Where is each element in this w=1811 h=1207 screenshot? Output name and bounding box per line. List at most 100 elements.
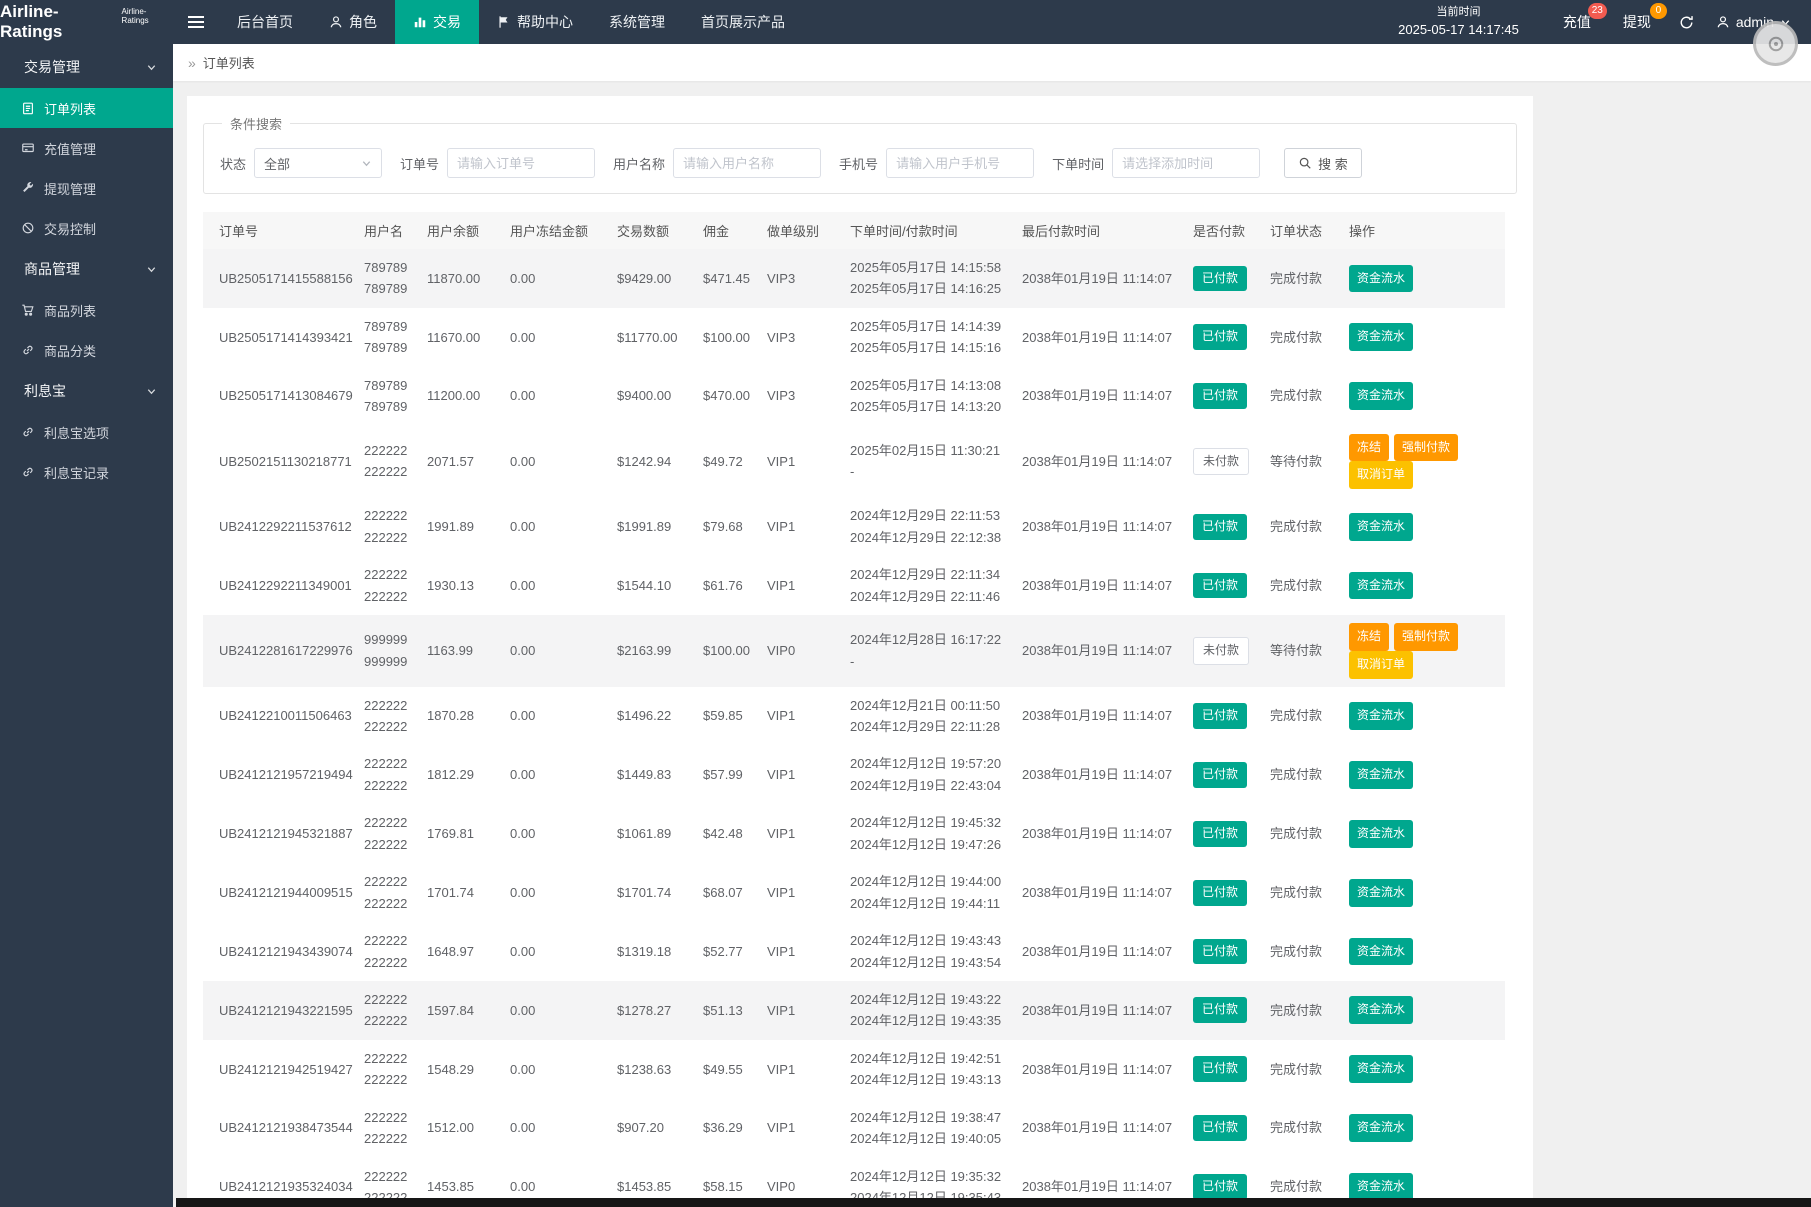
recharge-button[interactable]: 充值 23 — [1547, 0, 1607, 44]
frozen-amount-cell: 0.00 — [504, 426, 611, 498]
fund-flow-button[interactable]: 资金流水 — [1349, 820, 1413, 848]
cancel-order-button[interactable]: 取消订单 — [1349, 651, 1413, 679]
user-icon — [329, 15, 343, 29]
order-status-cell: 完成付款 — [1264, 1099, 1343, 1158]
actions-cell: 资金流水 — [1343, 804, 1505, 863]
actions-cell: 资金流水 — [1343, 922, 1505, 981]
pay-status-cell: 已付款 — [1187, 308, 1264, 367]
order-status-cell: 完成付款 — [1264, 804, 1343, 863]
freeze-button[interactable]: 冻结 — [1349, 623, 1389, 651]
username-cell: 222222222222 — [358, 745, 421, 804]
username-cell: 222222222222 — [358, 556, 421, 615]
sidebar-item-label: 商品列表 — [44, 301, 96, 320]
username-cell: 222222222222 — [358, 922, 421, 981]
last-pay-time-cell: 2038年01月19日 11:14:07 — [1016, 1040, 1187, 1099]
vip-level-cell: VIP0 — [761, 615, 844, 687]
frozen-amount-cell: 0.00 — [504, 804, 611, 863]
username-input[interactable] — [673, 148, 821, 178]
username-cell: 222222222222 — [358, 426, 421, 498]
nav-item-home[interactable]: 后台首页 — [219, 0, 311, 44]
commission-cell: $100.00 — [697, 615, 761, 687]
order-pay-time-cell: 2025年05月17日 14:15:582025年05月17日 14:16:25 — [844, 249, 1016, 308]
refresh-button[interactable] — [1667, 15, 1706, 30]
commission-cell: $61.76 — [697, 556, 761, 615]
sidebar-item-interest-records[interactable]: 利息宝记录 — [0, 452, 173, 492]
force-pay-button[interactable]: 强制付款 — [1394, 623, 1458, 651]
fund-flow-button[interactable]: 资金流水 — [1349, 1055, 1413, 1083]
order-row: UB24121219432215952222222222221597.840.0… — [203, 981, 1505, 1040]
sidebar-item-interest-options[interactable]: 利息宝选项 — [0, 412, 173, 452]
sidebar-group-trade-manage[interactable]: 交易管理 — [0, 46, 173, 88]
floating-widget[interactable] — [1753, 21, 1798, 66]
fund-flow-button[interactable]: 资金流水 — [1349, 265, 1413, 293]
trade-amount-cell: $1242.94 — [611, 426, 697, 498]
trade-amount-cell: $1319.18 — [611, 922, 697, 981]
order-no-cell: UB2412121942519427 — [203, 1040, 358, 1099]
balance-cell: 1812.29 — [421, 745, 504, 804]
pay-status-badge: 已付款 — [1193, 1115, 1247, 1141]
order-pay-time-cell: 2025年02月15日 11:30:21- — [844, 426, 1016, 498]
horizontal-scrollbar[interactable] — [176, 1198, 1811, 1207]
phone-input[interactable] — [886, 148, 1034, 178]
username-cell: 222222222222 — [358, 804, 421, 863]
menu-toggle-button[interactable] — [173, 0, 219, 44]
commission-cell: $68.07 — [697, 863, 761, 922]
actions-cell: 资金流水 — [1343, 497, 1505, 556]
nav-item-system-manage[interactable]: 系统管理 — [591, 0, 683, 44]
fund-flow-button[interactable]: 资金流水 — [1349, 702, 1413, 730]
order-no-cell: UB2412292211349001 — [203, 556, 358, 615]
actions-cell: 资金流水 — [1343, 863, 1505, 922]
withdraw-button[interactable]: 提现 0 — [1607, 0, 1667, 44]
fund-flow-button[interactable]: 资金流水 — [1349, 996, 1413, 1024]
fund-flow-button[interactable]: 资金流水 — [1349, 1114, 1413, 1142]
fund-flow-button[interactable]: 资金流水 — [1349, 572, 1413, 600]
fund-flow-button[interactable]: 资金流水 — [1349, 879, 1413, 907]
fund-flow-button[interactable]: 资金流水 — [1349, 323, 1413, 351]
pay-status-badge: 已付款 — [1193, 939, 1247, 965]
fund-flow-button[interactable]: 资金流水 — [1349, 1173, 1413, 1201]
order-status-cell: 完成付款 — [1264, 308, 1343, 367]
last-pay-time-cell: 2038年01月19日 11:14:07 — [1016, 249, 1187, 308]
last-pay-time-cell: 2038年01月19日 11:14:07 — [1016, 615, 1187, 687]
nav-item-help-center[interactable]: 帮助中心 — [479, 0, 591, 44]
frozen-amount-cell: 0.00 — [504, 922, 611, 981]
fund-flow-button[interactable]: 资金流水 — [1349, 761, 1413, 789]
sidebar-item-order-list[interactable]: 订单列表 — [0, 88, 173, 128]
order-time-input[interactable] — [1112, 148, 1260, 178]
commission-cell: $79.68 — [697, 497, 761, 556]
search-panel-title: 条件搜索 — [222, 114, 290, 133]
nav-item-role[interactable]: 角色 — [311, 0, 395, 44]
freeze-button[interactable]: 冻结 — [1349, 434, 1389, 462]
status-select[interactable]: 全部 — [254, 148, 382, 178]
fund-flow-button[interactable]: 资金流水 — [1349, 513, 1413, 541]
cancel-order-button[interactable]: 取消订单 — [1349, 461, 1413, 489]
pay-status-cell: 已付款 — [1187, 249, 1264, 308]
fund-flow-button[interactable]: 资金流水 — [1349, 382, 1413, 410]
order-no-input[interactable] — [447, 148, 595, 178]
chevron-down-icon — [361, 158, 372, 169]
sidebar-item-trade-control[interactable]: 交易控制 — [0, 208, 173, 248]
current-time: 当前时间 2025-05-17 14:17:45 — [1398, 5, 1519, 39]
fund-flow-button[interactable]: 资金流水 — [1349, 938, 1413, 966]
pay-status-badge: 已付款 — [1193, 821, 1247, 847]
order-row: UB24121219453218872222222222221769.810.0… — [203, 804, 1505, 863]
search-button[interactable]: 搜 索 — [1284, 148, 1362, 178]
nav-item-label: 系统管理 — [609, 12, 665, 32]
balance-cell: 1701.74 — [421, 863, 504, 922]
nav-item-home-products[interactable]: 首页展示产品 — [683, 0, 803, 44]
force-pay-button[interactable]: 强制付款 — [1394, 434, 1458, 462]
sidebar-item-goods-category[interactable]: 商品分类 — [0, 330, 173, 370]
trade-amount-cell: $1701.74 — [611, 863, 697, 922]
order-pay-time-cell: 2024年12月12日 19:43:222024年12月12日 19:43:35 — [844, 981, 1016, 1040]
order-pay-time-cell: 2024年12月12日 19:44:002024年12月12日 19:44:11 — [844, 863, 1016, 922]
sidebar-group-goods-manage[interactable]: 商品管理 — [0, 248, 173, 290]
sidebar-group-interest[interactable]: 利息宝 — [0, 370, 173, 412]
sidebar-item-recharge-manage[interactable]: 充值管理 — [0, 128, 173, 168]
sidebar-item-goods-list[interactable]: 商品列表 — [0, 290, 173, 330]
frozen-amount-cell: 0.00 — [504, 367, 611, 426]
sidebar-item-withdraw-manage[interactable]: 提现管理 — [0, 168, 173, 208]
nav-item-trade[interactable]: 交易 — [395, 0, 479, 44]
withdraw-count-badge: 0 — [1650, 3, 1667, 19]
frozen-amount-cell: 0.00 — [504, 308, 611, 367]
username-cell: 222222222222 — [358, 1099, 421, 1158]
